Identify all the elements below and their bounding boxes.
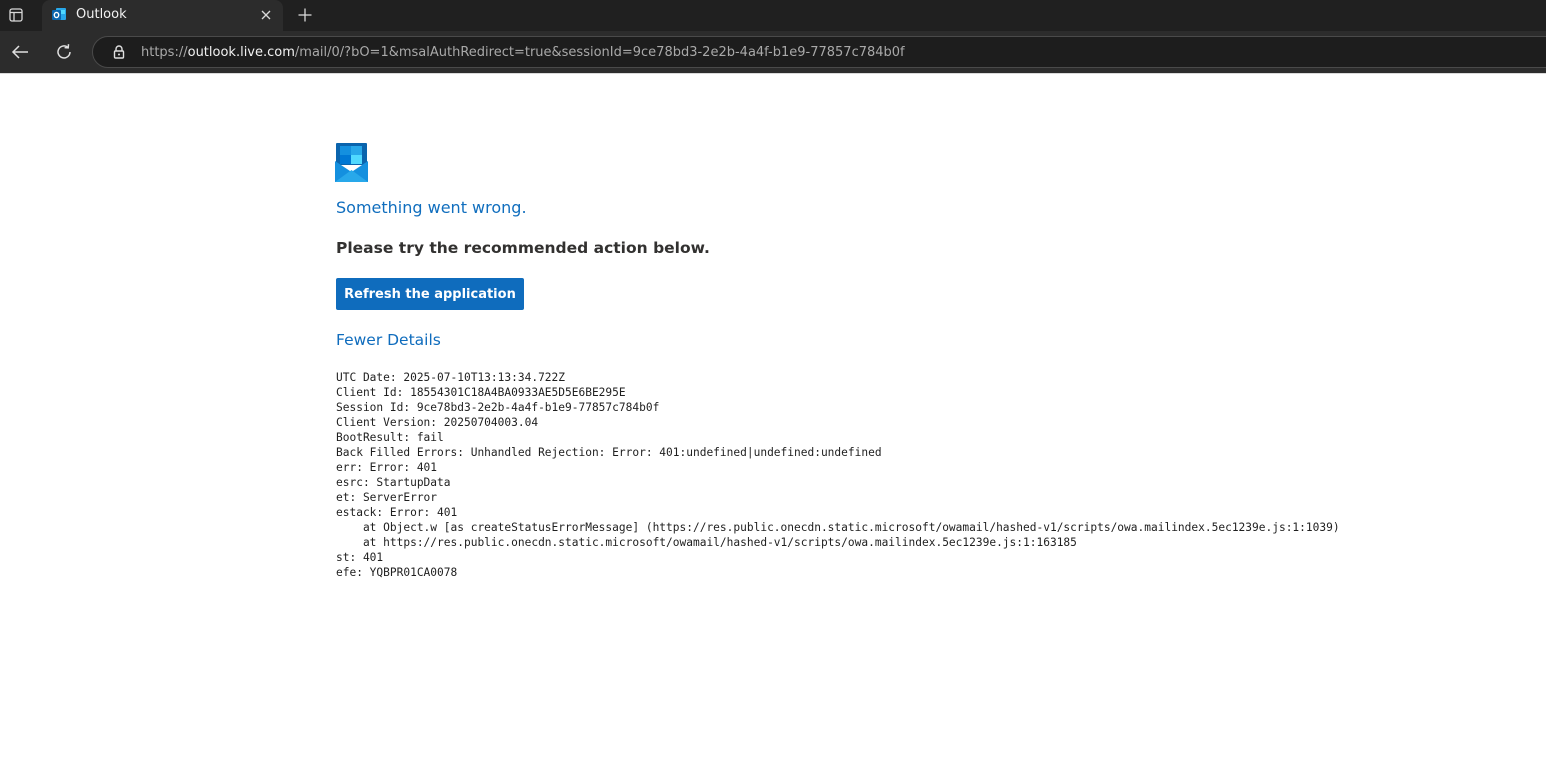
address-bar[interactable]: https://outlook.live.com/mail/0/?bO=1&ms… (92, 36, 1546, 68)
browser-toolbar: https://outlook.live.com/mail/0/?bO=1&ms… (0, 31, 1546, 73)
address-url: https://outlook.live.com/mail/0/?bO=1&ms… (141, 45, 905, 61)
refresh-icon[interactable] (52, 40, 76, 64)
lock-icon[interactable] (111, 44, 127, 60)
close-icon[interactable] (258, 7, 274, 23)
details-line: BootResult: fail (336, 431, 444, 444)
tab-title: Outlook (76, 7, 127, 22)
fewer-details-link[interactable]: Fewer Details (336, 330, 441, 350)
details-line: Back Filled Errors: Unhandled Rejection:… (336, 446, 882, 459)
details-line: Client Id: 18554301C18A4BA0933AE5D5E6BE2… (336, 386, 626, 399)
browser-tab-strip: Outlook (0, 0, 1546, 31)
outlook-icon (51, 7, 67, 23)
url-scheme: https:// (141, 45, 188, 60)
details-line: err: Error: 401 (336, 461, 438, 474)
details-line: Session Id: 9ce78bd3-2e2b-4a4f-b1e9-7785… (336, 401, 660, 414)
refresh-application-button[interactable]: Refresh the application (336, 278, 524, 310)
tab-actions-icon[interactable] (4, 4, 28, 26)
details-line: efe: YQBPR01CA0078 (336, 566, 458, 579)
details-line: UTC Date: 2025-07-10T13:13:34.722Z (336, 371, 566, 384)
url-host: outlook.live.com (187, 45, 295, 60)
details-line: Client Version: 20250704003.04 (336, 416, 539, 429)
outlook-mail-logo (335, 143, 368, 182)
details-line: estack: Error: 401 (336, 506, 458, 519)
details-line: at https://res.public.onecdn.static.micr… (336, 536, 1077, 549)
browser-tab-outlook[interactable]: Outlook (42, 0, 283, 31)
error-heading: Something went wrong. (336, 198, 527, 217)
chrome-divider (0, 73, 1546, 74)
url-path: /mail/0/?bO=1&msalAuthRedirect=true&sess… (294, 45, 905, 60)
details-line: at Object.w [as createStatusErrorMessage… (336, 521, 1340, 534)
plus-icon[interactable] (294, 5, 316, 25)
error-details: UTC Date: 2025-07-10T13:13:34.722Z Clien… (336, 370, 1340, 580)
back-arrow-icon[interactable] (8, 40, 32, 64)
details-line: et: ServerError (336, 491, 438, 504)
details-line: st: 401 (336, 551, 384, 564)
error-subheading: Please try the recommended action below. (336, 239, 710, 257)
details-line: esrc: StartupData (336, 476, 451, 489)
